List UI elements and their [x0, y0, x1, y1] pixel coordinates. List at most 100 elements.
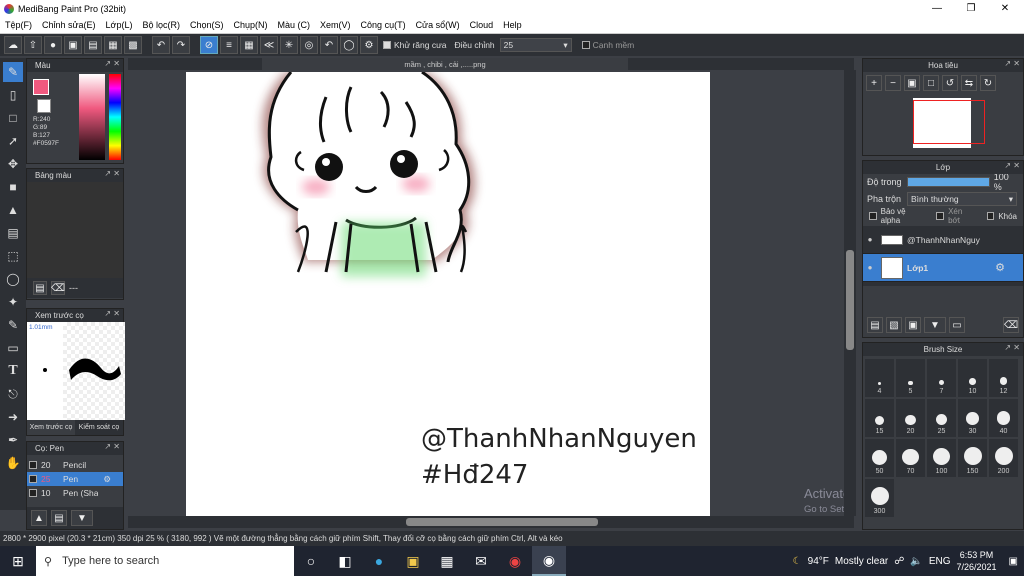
- menu-color[interactable]: Màu (C): [273, 20, 316, 30]
- rotate-left-icon[interactable]: ↺: [942, 75, 958, 91]
- network-icon[interactable]: ☍: [894, 556, 904, 567]
- brush-size-slot[interactable]: 30: [958, 399, 987, 437]
- brush-size-slot[interactable]: 7: [927, 359, 956, 397]
- menu-edit[interactable]: Chỉnh sửa(E): [37, 20, 101, 30]
- antialias-checkbox[interactable]: [383, 41, 391, 49]
- close-icon[interactable]: ✕: [988, 0, 1022, 17]
- radial-snap-icon[interactable]: ✳: [280, 36, 298, 54]
- menu-window[interactable]: Cửa sổ(W): [411, 20, 465, 30]
- volume-icon[interactable]: 🔈: [910, 556, 922, 567]
- layer-row[interactable]: ● @ThanhNhanNguy: [863, 226, 1023, 254]
- brush-size-slot[interactable]: 300: [865, 479, 894, 517]
- operation-icon[interactable]: ➜: [3, 407, 23, 427]
- notification-icon[interactable]: ▣: [1009, 556, 1018, 567]
- navigator-viewport-frame[interactable]: [913, 100, 985, 144]
- undo-icon[interactable]: ↶: [152, 36, 170, 54]
- fit-icon[interactable]: ▣: [904, 75, 920, 91]
- layer-menu-icon[interactable]: ▼: [924, 317, 946, 333]
- protect-alpha-checkbox[interactable]: [869, 212, 877, 220]
- new-brush-icon[interactable]: ▤: [51, 510, 67, 526]
- antialias-option[interactable]: Khử răng cưa: [383, 40, 447, 50]
- menu-view[interactable]: Xem(V): [315, 20, 356, 30]
- chrome-icon[interactable]: ◉: [498, 546, 532, 576]
- menu-tools[interactable]: Công cụ(T): [356, 20, 411, 30]
- rect-select-icon[interactable]: ⬚: [3, 246, 23, 266]
- divide-icon[interactable]: ⎋: [3, 384, 23, 404]
- restore-icon[interactable]: ❐: [954, 0, 988, 17]
- menu-file[interactable]: Tệp(F): [0, 20, 37, 30]
- brush-item-pen[interactable]: 25 Pen ⚙: [27, 472, 123, 486]
- page-icon[interactable]: ▤: [84, 36, 102, 54]
- weather-moon-icon[interactable]: ☾: [793, 556, 802, 567]
- cloud-icon[interactable]: ☁: [4, 36, 22, 54]
- primary-color-swatch[interactable]: [33, 79, 49, 95]
- menu-filter[interactable]: Bộ lọc(R): [137, 20, 185, 30]
- brush-size-slot[interactable]: 10: [958, 359, 987, 397]
- color-saturation-picker[interactable]: [79, 74, 105, 160]
- pages-icon[interactable]: ▦: [104, 36, 122, 54]
- clipping-checkbox[interactable]: [936, 212, 945, 220]
- brush-size-slot[interactable]: 40: [989, 399, 1018, 437]
- magic-wand-icon[interactable]: ✦: [3, 292, 23, 312]
- mail-icon[interactable]: ✉: [464, 546, 498, 576]
- ellipse-snap-icon[interactable]: ◯: [340, 36, 358, 54]
- cross-snap-icon[interactable]: ▦: [240, 36, 258, 54]
- eye-icon[interactable]: ●: [863, 235, 877, 244]
- vertical-scroll-thumb[interactable]: [846, 250, 854, 350]
- brush-size-slot[interactable]: 70: [896, 439, 925, 477]
- lock-checkbox[interactable]: [986, 212, 995, 220]
- duplicate-layer-icon[interactable]: ▧: [886, 317, 902, 333]
- eyedropper-icon[interactable]: ✒: [3, 430, 23, 450]
- tab-brush-preview[interactable]: Xem trước cọ: [27, 420, 75, 435]
- bucket-icon[interactable]: ▲: [3, 200, 23, 220]
- language-indicator[interactable]: ENG: [929, 556, 951, 567]
- brush-size-slot[interactable]: 200: [989, 439, 1018, 477]
- circle-snap-icon[interactable]: ◎: [300, 36, 318, 54]
- brush-size-slot[interactable]: 150: [958, 439, 987, 477]
- folder-icon[interactable]: ▭: [949, 317, 965, 333]
- select-eraser-icon[interactable]: ▭: [3, 338, 23, 358]
- weather-temp[interactable]: 94°F: [808, 556, 829, 567]
- lasso-icon[interactable]: ◯: [3, 269, 23, 289]
- edge-browser-icon[interactable]: ●: [362, 546, 396, 576]
- add-brush-icon[interactable]: ▲: [31, 510, 47, 526]
- menu-help[interactable]: Help: [498, 20, 527, 30]
- trash-icon[interactable]: ⌫: [1003, 317, 1019, 333]
- move-icon[interactable]: ✥: [3, 154, 23, 174]
- brush-size-slot[interactable]: 4: [865, 359, 894, 397]
- horizontal-scroll-thumb[interactable]: [406, 518, 598, 526]
- eye-icon[interactable]: ●: [863, 263, 877, 272]
- minimize-icon[interactable]: —: [920, 0, 954, 17]
- brush-menu-icon[interactable]: ▼: [71, 510, 93, 526]
- brush-item-pen-shading[interactable]: 10 Pen (Sha: [27, 486, 123, 500]
- panel-close-icon[interactable]: ↗ ✕: [1004, 343, 1020, 352]
- cortana-icon[interactable]: ○: [294, 546, 328, 576]
- add-palette-icon[interactable]: ▤: [33, 281, 47, 295]
- canvas-area[interactable]: @ThanhNhanNguyen #Hđ247 Activate Windows…: [128, 70, 854, 516]
- vertical-scrollbar[interactable]: [844, 70, 856, 516]
- panel-close-icon[interactable]: ↗ ✕: [104, 309, 120, 318]
- fill-shape-icon[interactable]: ■: [3, 177, 23, 197]
- brush-checkbox[interactable]: [29, 475, 37, 483]
- brush-size-slot[interactable]: 25: [927, 399, 956, 437]
- trash-icon[interactable]: ⌫: [51, 281, 65, 295]
- dot-icon[interactable]: □: [3, 108, 23, 128]
- blend-select[interactable]: Bình thường ▾: [907, 192, 1017, 206]
- text-icon[interactable]: T: [3, 361, 23, 381]
- eraser-icon[interactable]: ▯: [3, 85, 23, 105]
- hand-icon[interactable]: ✋: [3, 453, 23, 473]
- secondary-color-swatch[interactable]: [37, 99, 51, 113]
- select-pen-icon[interactable]: ✎: [3, 315, 23, 335]
- parallel-snap-icon[interactable]: ≡: [220, 36, 238, 54]
- brush-size-slot[interactable]: 20: [896, 399, 925, 437]
- brush-item-pencil[interactable]: 20 Pencil: [27, 458, 123, 472]
- brush-checkbox[interactable]: [29, 461, 37, 469]
- layer-row-selected[interactable]: ● Lớp1 ⚙: [863, 254, 1023, 282]
- hue-slider[interactable]: [109, 74, 121, 160]
- zoom-in-icon[interactable]: +: [866, 75, 882, 91]
- panel-close-icon[interactable]: ↗ ✕: [104, 442, 120, 451]
- flip-icon[interactable]: ⇆: [961, 75, 977, 91]
- store-icon[interactable]: ▦: [430, 546, 464, 576]
- gear-icon[interactable]: ⚙: [995, 261, 1005, 274]
- brush-size-slot[interactable]: 50: [865, 439, 894, 477]
